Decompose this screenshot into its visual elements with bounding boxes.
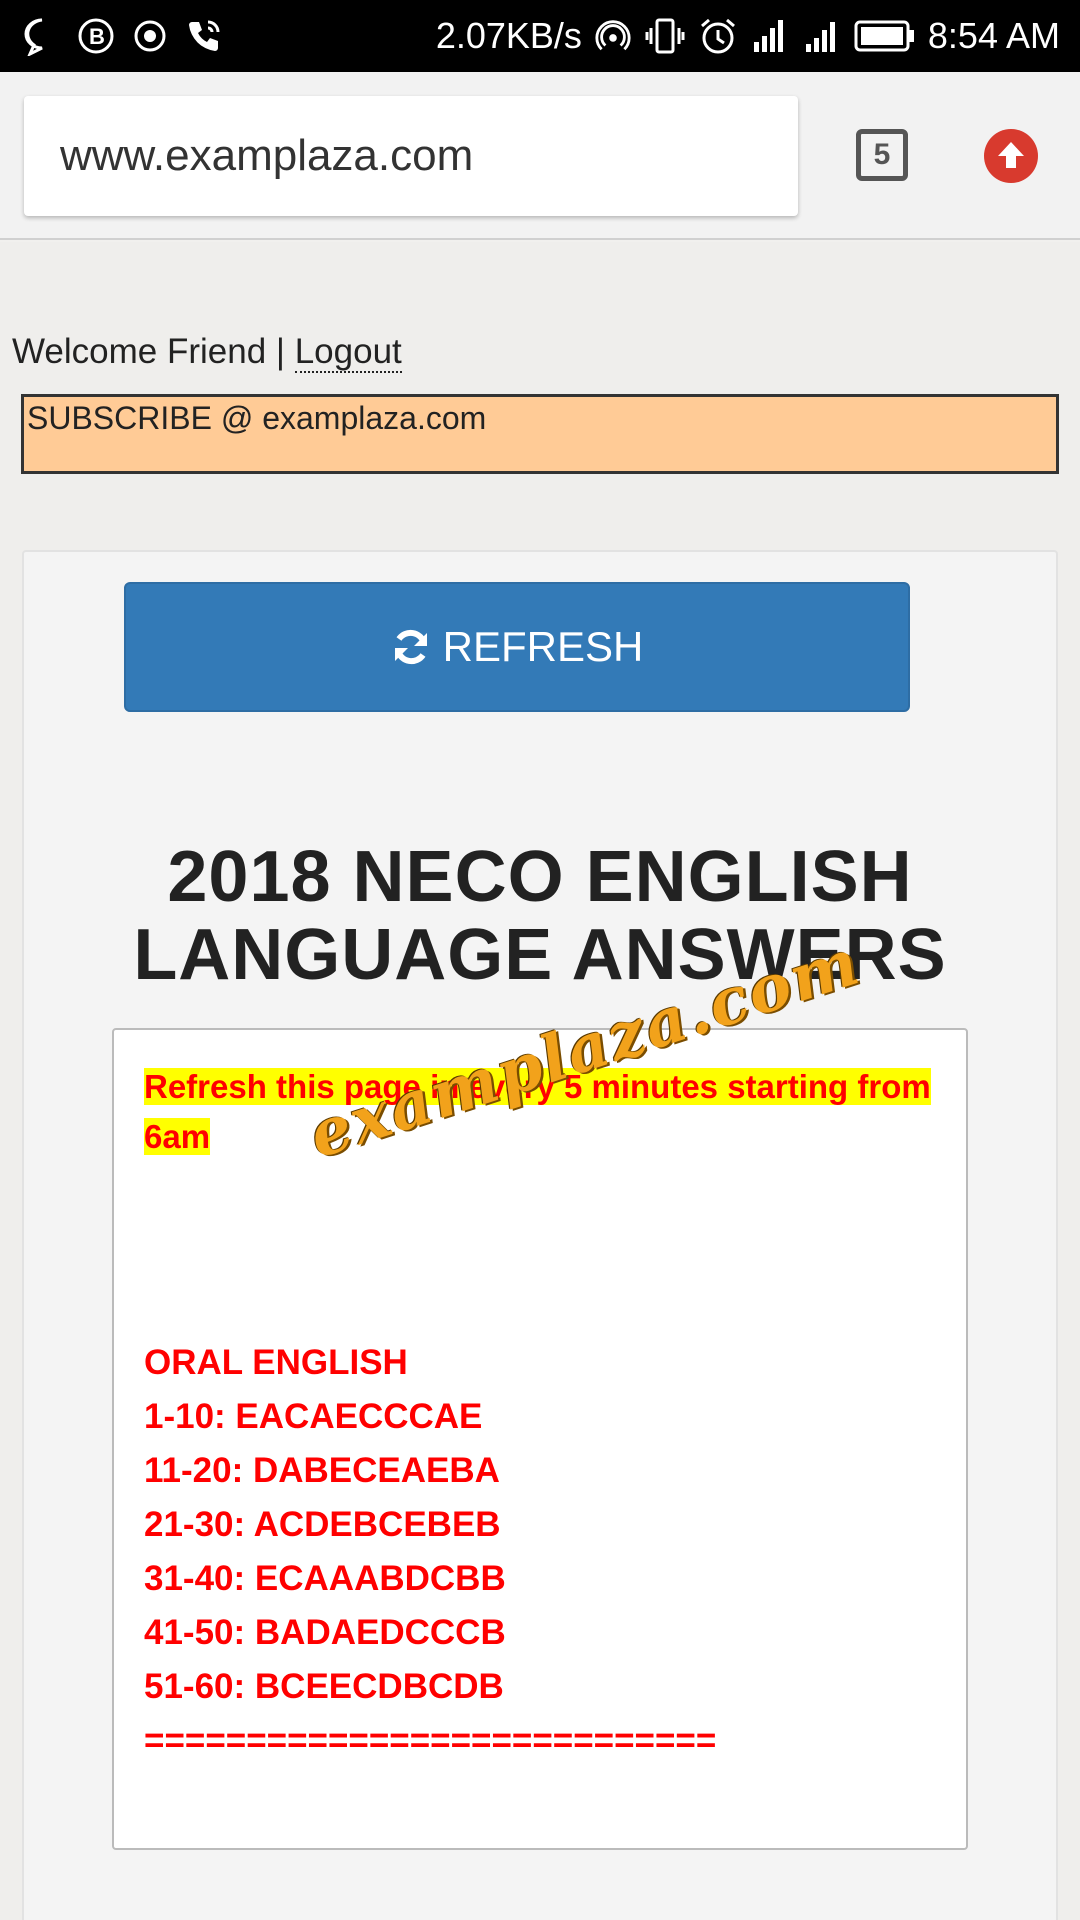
logout-link[interactable]: Logout — [294, 332, 402, 373]
upload-button[interactable] — [984, 129, 1038, 183]
answers-box: Refresh this page in every 5 minutes sta… — [112, 1028, 968, 1850]
alarm-icon — [700, 18, 735, 54]
url-text: www.examplaza.com — [60, 131, 474, 180]
browser-toolbar: www.examplaza.com 5 — [0, 72, 1080, 240]
record-icon — [134, 20, 166, 52]
answer-line: 51-60: BCEECDBCDB — [144, 1667, 504, 1706]
answer-line: 31-40: ECAAABDCBB — [144, 1559, 506, 1598]
page-content: Welcome Friend | Logout SUBSCRIBE @ exam… — [0, 242, 1080, 1920]
status-bar: B 2.07KB/s 8:54 AM — [0, 0, 1080, 72]
refresh-label: REFRESH — [442, 623, 644, 670]
address-bar[interactable]: www.examplaza.com — [24, 96, 798, 216]
refresh-icon — [394, 629, 427, 665]
signal-1-icon — [753, 20, 783, 52]
clock: 8:54 AM — [927, 15, 1060, 56]
status-left-icons: B — [22, 16, 238, 56]
tab-switcher-button[interactable]: 5 — [856, 129, 908, 181]
subscribe-banner: SUBSCRIBE @ examplaza.com — [21, 394, 1059, 474]
answer-line: 11-20: DABECEAEBA — [144, 1451, 500, 1490]
chat-bubble-icon — [24, 18, 43, 56]
welcome-line: Welcome Friend | Logout — [12, 332, 402, 373]
answer-heading: ORAL ENGLISH — [144, 1343, 408, 1382]
title-line-1: 2018 NECO ENGLISH — [167, 837, 913, 917]
title-line-2: LANGUAGE ANSWERS — [133, 915, 947, 995]
answer-line: 41-50: BADAEDCCCB — [144, 1613, 506, 1652]
answers-list: ORAL ENGLISH 1-10: EACAECCCAE 11-20: DAB… — [144, 1336, 936, 1768]
answer-divider: ============================ — [144, 1721, 717, 1760]
signal-2-icon — [805, 22, 835, 52]
vibrate-icon — [645, 18, 685, 54]
page-title: 2018 NECO ENGLISH LANGUAGE ANSWERS — [60, 838, 1020, 994]
network-speed: 2.07KB/s — [435, 15, 582, 56]
phone-call-icon — [189, 20, 220, 51]
hotspot-icon — [595, 20, 631, 51]
welcome-text: Welcome Friend | — [12, 332, 295, 371]
answer-line: 1-10: EACAECCCAE — [144, 1397, 483, 1436]
svg-text:B: B — [89, 24, 105, 49]
answer-line: 21-30: ACDEBCEBEB — [144, 1505, 501, 1544]
refresh-button[interactable]: REFRESH — [124, 582, 910, 712]
battery-icon — [854, 20, 914, 52]
business-chat-icon: B — [78, 18, 114, 54]
arrow-up-icon — [998, 142, 1024, 168]
status-right-icons: 2.07KB/s 8:54 AM — [424, 15, 1060, 57]
